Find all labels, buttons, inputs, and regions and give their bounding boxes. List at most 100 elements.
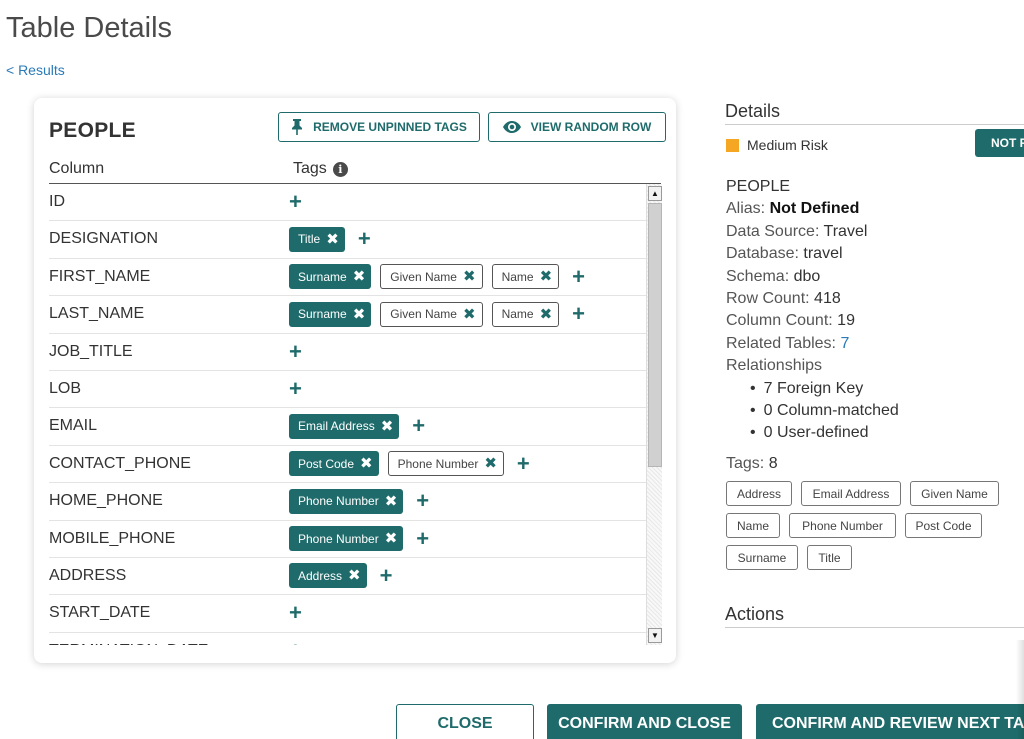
column-tags: Title ✖ +	[289, 226, 371, 252]
actions-title: Actions	[725, 604, 785, 624]
table-row: MOBILE_PHONE Phone Number ✖ +	[49, 521, 646, 558]
column-name: LAST_NAME	[49, 305, 145, 323]
remove-unpinned-tags-button[interactable]: REMOVE UNPINNED TAGS	[278, 112, 480, 142]
tag-label: Email Address	[298, 419, 375, 434]
status-button[interactable]: NOT R	[975, 129, 1024, 157]
info-alias: Alias: Not Defined	[726, 198, 899, 220]
column-tags: +	[289, 376, 302, 402]
relationship-item: 0 User-defined	[750, 422, 899, 444]
table-tag-chip: Surname	[726, 545, 798, 570]
close-button[interactable]: CLOSE	[396, 704, 534, 739]
table-row: DESIGNATION Title ✖ +	[49, 221, 646, 259]
column-tags: Address ✖ +	[289, 563, 392, 589]
pinned-tag: Phone Number ✖	[289, 526, 404, 552]
pinned-tag: Email Address ✖	[289, 413, 400, 439]
pinned-tag: Address ✖	[289, 563, 367, 589]
actions-divider	[725, 627, 1024, 628]
column-name: JOB_TITLE	[49, 342, 133, 360]
confirm-and-review-next-button[interactable]: CONFIRM AND REVIEW NEXT TABL	[756, 704, 1024, 739]
table-row: LAST_NAME Surname ✖ Given Name ✖ Name ✖ +	[49, 296, 646, 334]
tags-count-label: Tags:	[726, 455, 765, 472]
page-title: Table Details	[6, 12, 173, 44]
confirm-and-close-button[interactable]: CONFIRM AND CLOSE	[547, 704, 742, 739]
remove-tag-icon[interactable]: ✖	[540, 307, 553, 322]
column-tags: Post Code ✖ Phone Number ✖ +	[289, 451, 530, 477]
add-tag-icon[interactable]: +	[412, 415, 425, 437]
view-random-row-label: VIEW RANDOM ROW	[530, 120, 652, 134]
remove-tag-icon[interactable]: ✖	[360, 456, 373, 471]
row-count-label: Row Count:	[726, 290, 810, 308]
add-tag-icon[interactable]: +	[380, 564, 393, 587]
column-tags: +	[289, 189, 302, 215]
remove-tag-icon[interactable]: ✖	[463, 307, 476, 322]
column-tags: Phone Number ✖ +	[289, 526, 429, 552]
alias-label: Alias:	[726, 200, 766, 218]
back-to-results-link[interactable]: < Results	[6, 62, 65, 78]
add-tag-icon[interactable]: +	[572, 265, 585, 288]
pinned-tag: Surname ✖	[289, 264, 372, 290]
column-name: EMAIL	[49, 417, 98, 435]
column-tags: +	[289, 600, 302, 626]
column-name: START_DATE	[49, 604, 151, 622]
risk-label: Medium Risk	[747, 137, 828, 153]
remove-tag-icon[interactable]: ✖	[326, 232, 339, 247]
table-tag-chip: Given Name	[910, 481, 999, 506]
details-title: Details	[725, 101, 781, 121]
remove-tag-icon[interactable]: ✖	[381, 419, 394, 434]
table-row: LOB +	[49, 371, 646, 409]
info-data-source: Data Source: Travel	[726, 221, 899, 243]
view-random-row-button[interactable]: VIEW RANDOM ROW	[488, 112, 666, 142]
data-source-value: Travel	[823, 222, 868, 240]
info-related-tables: Related Tables: 7	[726, 333, 899, 355]
table-scrollbar[interactable]: ▲ ▼	[646, 184, 662, 645]
tags-count: Tags: 8	[726, 455, 778, 473]
column-name: ID	[49, 193, 65, 210]
remove-tag-icon[interactable]: ✖	[385, 531, 398, 546]
add-tag-icon[interactable]: +	[358, 228, 371, 250]
column-name: TERMINATION_DATE	[49, 642, 208, 645]
scroll-down-arrow-icon[interactable]: ▼	[648, 628, 662, 643]
table-tag-chip: Phone Number	[789, 513, 896, 538]
tag-label: Given Name	[390, 307, 457, 322]
column-name: DESIGNATION	[49, 230, 159, 248]
column-name: CONTACT_PHONE	[49, 454, 191, 472]
pinned-tag: Surname ✖	[289, 301, 372, 327]
add-tag-icon[interactable]: +	[416, 527, 429, 550]
relationship-item: 0 Column-matched	[750, 400, 899, 422]
add-tag-icon[interactable]: +	[289, 639, 302, 645]
relationships-list: 7 Foreign Key 0 Column-matched 0 User-de…	[726, 378, 899, 445]
related-tables-link[interactable]: 7	[840, 335, 849, 352]
pin-icon	[291, 119, 303, 135]
remove-tag-icon[interactable]: ✖	[540, 269, 553, 284]
table-row: TERMINATION_DATE +	[49, 633, 646, 645]
add-tag-icon[interactable]: +	[289, 191, 302, 213]
table-row: CONTACT_PHONE Post Code ✖ Phone Number ✖ +	[49, 446, 646, 484]
remove-tag-icon[interactable]: ✖	[353, 269, 366, 284]
table-row: START_DATE +	[49, 595, 646, 633]
related-tables-label: Related Tables:	[726, 334, 836, 352]
remove-tag-icon[interactable]: ✖	[353, 307, 366, 322]
alias-value: Not Defined	[769, 200, 860, 218]
add-tag-icon[interactable]: +	[517, 452, 530, 475]
remove-tag-icon[interactable]: ✖	[385, 494, 398, 509]
column-count-label: Column Count:	[726, 312, 833, 330]
add-tag-icon[interactable]: +	[289, 602, 302, 624]
columns-table: ID + DESIGNATION Title ✖ + FIRST_NAME Surname ✖ G…	[49, 184, 661, 645]
remove-tag-icon[interactable]: ✖	[463, 269, 476, 284]
remove-tag-icon[interactable]: ✖	[484, 456, 497, 471]
column-tags: Surname ✖ Given Name ✖ Name ✖ +	[289, 264, 585, 290]
add-tag-icon[interactable]: +	[416, 490, 429, 512]
add-tag-icon[interactable]: +	[289, 340, 302, 363]
scroll-thumb[interactable]	[648, 203, 662, 467]
column-tags: +	[289, 638, 302, 645]
info-icon[interactable]: i	[332, 161, 348, 177]
tag-label: Title	[298, 232, 321, 247]
add-tag-icon[interactable]: +	[572, 303, 585, 325]
column-tags: Surname ✖ Given Name ✖ Name ✖ +	[289, 301, 585, 327]
column-name: ADDRESS	[49, 566, 127, 584]
remove-tag-icon[interactable]: ✖	[348, 568, 361, 583]
column-tags: +	[289, 339, 302, 365]
tag-label: Phone Number	[298, 494, 379, 509]
add-tag-icon[interactable]: +	[289, 377, 302, 400]
scroll-up-arrow-icon[interactable]: ▲	[648, 186, 662, 201]
